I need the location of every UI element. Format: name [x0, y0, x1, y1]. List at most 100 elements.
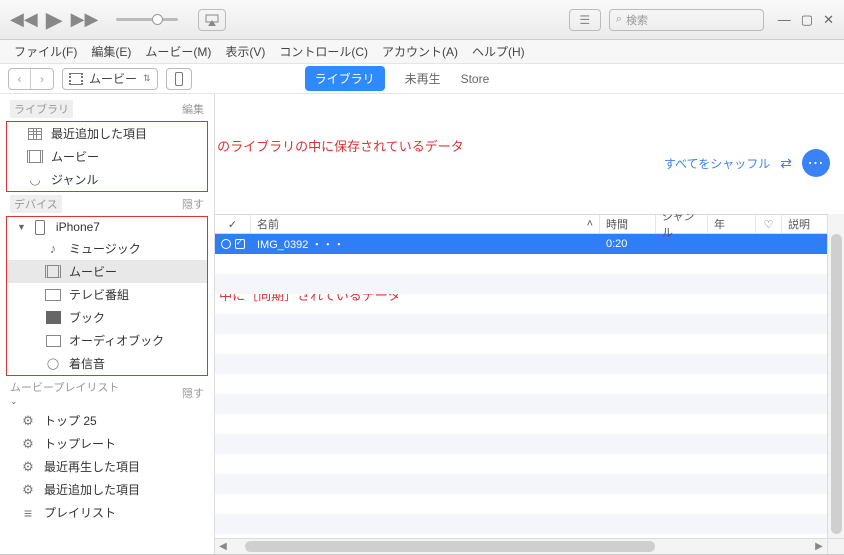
itunes-window: ◀◀ ▶ ▶▶ ☰ ⌕ 検索 — ▢ ✕ ファイル(F) 編集(E) ムービー(…: [0, 0, 844, 555]
col-love[interactable]: ♡: [756, 215, 782, 233]
table-row: [215, 474, 844, 494]
sidebar-item-label: トップ 25: [44, 412, 97, 429]
checkbox[interactable]: [235, 239, 245, 249]
grid-icon: [27, 127, 43, 141]
volume-slider[interactable]: [116, 18, 178, 21]
more-options-button[interactable]: [802, 149, 830, 177]
sidebar-header-label[interactable]: ムービープレイリスト ⌄: [10, 379, 128, 407]
sidebar-item-movies[interactable]: ムービー: [7, 145, 207, 168]
media-type-select[interactable]: ムービー ⇅: [62, 68, 158, 90]
tab-store[interactable]: Store: [461, 72, 490, 86]
sidebar-device[interactable]: ▼ iPhone7: [7, 217, 207, 237]
airplay-icon: [205, 14, 219, 26]
search-icon: ⌕: [616, 13, 622, 26]
nav-back-button[interactable]: ‹: [9, 69, 31, 89]
tab-unplayed[interactable]: 未再生: [405, 70, 441, 87]
sidebar-device-ringtones[interactable]: 着信音: [7, 352, 207, 375]
sidebar-edit-link[interactable]: 編集: [182, 101, 204, 117]
sidebar-device-books[interactable]: ブック: [7, 306, 207, 329]
disclosure-triangle-icon[interactable]: ▼: [17, 222, 26, 232]
table-row: [215, 454, 844, 474]
sidebar-playlist-recent-played[interactable]: 最近再生した項目: [0, 455, 214, 478]
scroll-right-icon[interactable]: ▶: [811, 541, 827, 552]
minimize-button[interactable]: —: [778, 12, 791, 28]
col-time[interactable]: 時間: [600, 215, 656, 233]
secondary-bar: ‹ › ムービー ⇅ ライブラリ 未再生 Store: [0, 64, 844, 94]
col-genre[interactable]: ジャンル: [656, 215, 708, 233]
sidebar-device-movies[interactable]: ムービー: [7, 260, 207, 283]
menu-help[interactable]: ヘルプ(H): [466, 41, 531, 62]
genre-icon: [27, 173, 43, 187]
scroll-thumb[interactable]: [245, 541, 655, 552]
menu-account[interactable]: アカウント(A): [376, 41, 464, 62]
body: ライブラリ 編集 最近追加した項目 ムービー ジャンル デバイス 隠す ▼ iP…: [0, 94, 844, 554]
col-check[interactable]: ✓: [215, 215, 251, 233]
view-tabs: ライブラリ 未再生 Store: [305, 66, 490, 91]
sidebar-playlist-recent-added[interactable]: 最近追加した項目: [0, 478, 214, 501]
prev-track-button[interactable]: ◀◀: [10, 9, 38, 30]
status-circle-icon: [221, 239, 231, 249]
menu-movie[interactable]: ムービー(M): [139, 41, 217, 62]
col-year[interactable]: 年: [708, 215, 756, 233]
media-type-label: ムービー: [89, 70, 137, 87]
sidebar-hide-link[interactable]: 隠す: [182, 196, 204, 212]
sidebar-item-label: ミュージック: [69, 240, 141, 257]
phone-icon: [175, 72, 183, 86]
gear-icon: [20, 483, 36, 497]
sidebar-device-label: iPhone7: [56, 220, 100, 234]
sidebar-item-label: 最近追加した項目: [44, 481, 140, 498]
sidebar-item-genre[interactable]: ジャンル: [7, 168, 207, 191]
cell-name: IMG_0392 ・・・: [251, 234, 600, 254]
list-view-button[interactable]: ☰: [569, 9, 601, 31]
next-track-button[interactable]: ▶▶: [71, 9, 99, 30]
table-header: ✓ 名前˄ 時間 ジャンル 年 ♡ 説明: [215, 214, 844, 234]
menu-control[interactable]: コントロール(C): [273, 41, 374, 62]
sidebar-header-devices: デバイス 隠す: [0, 193, 214, 215]
film-icon: [69, 73, 83, 85]
bell-icon: [45, 357, 61, 371]
menu-view[interactable]: 表示(V): [219, 41, 271, 62]
search-input[interactable]: ⌕ 検索: [609, 9, 764, 31]
scroll-corner: [827, 538, 844, 554]
main-content: iTunes のライブラリの中に保存されているデータ iPhone 中に［同期］…: [215, 94, 844, 554]
table-row[interactable]: IMG_0392 ・・・ 0:20: [215, 234, 844, 254]
table-row: [215, 334, 844, 354]
gear-icon: [20, 414, 36, 428]
play-button[interactable]: ▶: [46, 7, 63, 33]
airplay-button[interactable]: [198, 9, 226, 31]
device-button[interactable]: [166, 68, 192, 90]
shuffle-all-link[interactable]: すべてをシャッフル: [664, 155, 770, 172]
shuffle-all-row: すべてをシャッフル ⇄: [664, 149, 830, 177]
sidebar-device-audiobooks[interactable]: オーディオブック: [7, 329, 207, 352]
sidebar-playlist-generic[interactable]: プレイリスト: [0, 501, 214, 524]
tab-library[interactable]: ライブラリ: [305, 66, 385, 91]
menu-edit[interactable]: 編集(E): [85, 41, 137, 62]
gear-icon: [20, 437, 36, 451]
table-row: [215, 314, 844, 334]
scroll-left-icon[interactable]: ◀: [215, 541, 231, 552]
maximize-button[interactable]: ▢: [801, 12, 813, 28]
music-icon: [45, 242, 61, 256]
table-row: [215, 274, 844, 294]
phone-icon: [32, 220, 48, 234]
playlist-icon: [20, 506, 36, 520]
close-button[interactable]: ✕: [823, 12, 834, 28]
sidebar-item-recent[interactable]: 最近追加した項目: [7, 122, 207, 145]
vertical-scrollbar[interactable]: [827, 214, 844, 538]
scroll-thumb[interactable]: [831, 234, 842, 534]
horizontal-scrollbar[interactable]: ◀ ▶: [215, 538, 827, 554]
sidebar-playlist-toprated[interactable]: トップレート: [0, 432, 214, 455]
table-row: [215, 354, 844, 374]
table-row: [215, 434, 844, 454]
sidebar-device-tv[interactable]: テレビ番組: [7, 283, 207, 306]
sidebar-device-music[interactable]: ミュージック: [7, 237, 207, 260]
col-name[interactable]: 名前˄: [251, 215, 600, 233]
cell-time: 0:20: [600, 234, 656, 254]
sidebar-playlist-top25[interactable]: トップ 25: [0, 409, 214, 432]
sidebar-item-label: テレビ番組: [69, 286, 129, 303]
annotation-library: iTunes のライブラリの中に保存されているデータ: [215, 136, 464, 155]
sidebar-item-label: ブック: [69, 309, 105, 326]
menu-file[interactable]: ファイル(F): [8, 41, 83, 62]
nav-forward-button[interactable]: ›: [31, 69, 53, 89]
sidebar-hide-link[interactable]: 隠す: [182, 385, 204, 401]
